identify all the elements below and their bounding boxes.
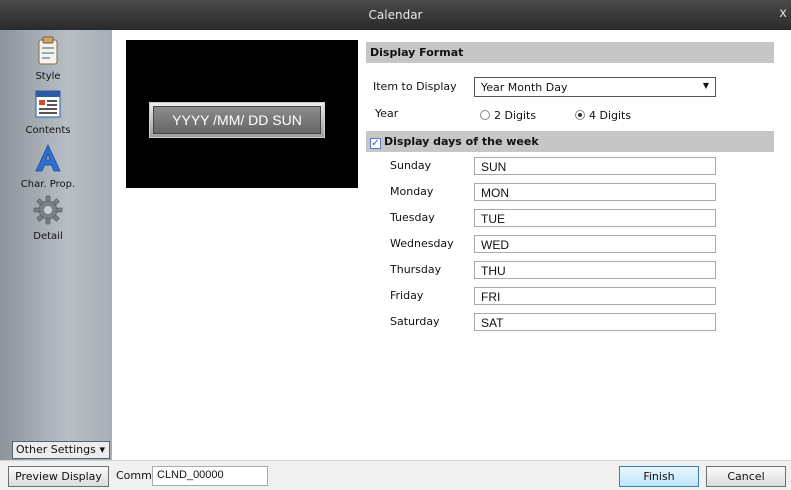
wednesday-input[interactable]: WED — [474, 235, 716, 253]
day-label-wednesday: Wednesday — [390, 237, 454, 250]
preview-area: YYYY /MM/ DD SUN — [126, 40, 358, 188]
display-format-heading: Display Format — [366, 42, 774, 63]
sidebar-item-contents[interactable]: Contents — [8, 88, 88, 136]
radio-button — [480, 110, 490, 120]
year-4-digits-radio[interactable]: 4 Digits — [575, 109, 631, 122]
calendar-preview: YYYY /MM/ DD SUN — [149, 102, 325, 138]
cancel-button[interactable]: Cancel — [706, 466, 786, 487]
day-label-monday: Monday — [390, 185, 434, 198]
comm-label: Comm — [116, 469, 152, 482]
sidebar-item-label: Detail — [33, 231, 63, 242]
friday-input[interactable]: FRI — [474, 287, 716, 305]
days-of-week-heading: ✓ Display days of the week — [366, 131, 774, 152]
other-settings-label: Other Settings — [16, 443, 96, 456]
radio-label: 2 Digits — [494, 109, 537, 122]
day-label-sunday: Sunday — [390, 159, 432, 172]
contents-icon — [35, 90, 61, 118]
sidebar-item-char-prop[interactable]: Char. Prop. — [8, 142, 88, 190]
bottom-bar: Preview Display Comm CLND_00000 Finish C… — [0, 460, 791, 490]
monday-input[interactable]: MON — [474, 183, 716, 201]
saturday-input[interactable]: SAT — [474, 313, 716, 331]
gear-icon — [33, 195, 63, 225]
year-label: Year — [375, 107, 399, 120]
comm-input[interactable]: CLND_00000 — [152, 466, 268, 486]
sidebar-item-style[interactable]: Style — [8, 34, 88, 82]
radio-label: 4 Digits — [589, 109, 632, 122]
sidebar-item-detail[interactable]: Detail — [8, 194, 88, 242]
close-button[interactable]: x — [779, 6, 787, 21]
display-days-checkbox[interactable]: ✓ — [370, 138, 381, 149]
item-to-display-label: Item to Display — [373, 80, 457, 93]
sidebar-item-label: Contents — [25, 125, 71, 136]
year-2-digits-radio[interactable]: 2 Digits — [480, 109, 536, 122]
thursday-input[interactable]: THU — [474, 261, 716, 279]
window-title: Calendar — [368, 8, 423, 22]
preview-display-button[interactable]: Preview Display — [8, 466, 109, 487]
sunday-input[interactable]: SUN — [474, 157, 716, 175]
day-label-friday: Friday — [390, 289, 424, 302]
font-a-icon — [35, 144, 61, 172]
title-bar: Calendar x — [0, 0, 791, 30]
clipboard-icon — [38, 36, 58, 65]
finish-button[interactable]: Finish — [619, 466, 699, 487]
item-to-display-select[interactable]: Year Month Day ▼ — [474, 77, 716, 97]
sidebar-item-label: Style — [35, 71, 61, 82]
sidebar: Style Contents Char. Prop. Detail — [0, 30, 112, 460]
select-value: Year Month Day — [481, 81, 568, 94]
radio-button — [575, 110, 585, 120]
chevron-down-icon: ▾ — [99, 443, 105, 456]
day-label-thursday: Thursday — [390, 263, 442, 276]
day-label-tuesday: Tuesday — [390, 211, 435, 224]
sidebar-item-label: Char. Prop. — [20, 179, 76, 190]
day-label-saturday: Saturday — [390, 315, 440, 328]
section-title: Display days of the week — [384, 135, 539, 148]
tuesday-input[interactable]: TUE — [474, 209, 716, 227]
section-title: Display Format — [370, 46, 464, 59]
preview-text: YYYY /MM/ DD SUN — [153, 106, 321, 134]
dropdown-arrow-icon: ▼ — [702, 81, 709, 90]
other-settings-dropdown[interactable]: Other Settings ▾ — [12, 441, 110, 459]
